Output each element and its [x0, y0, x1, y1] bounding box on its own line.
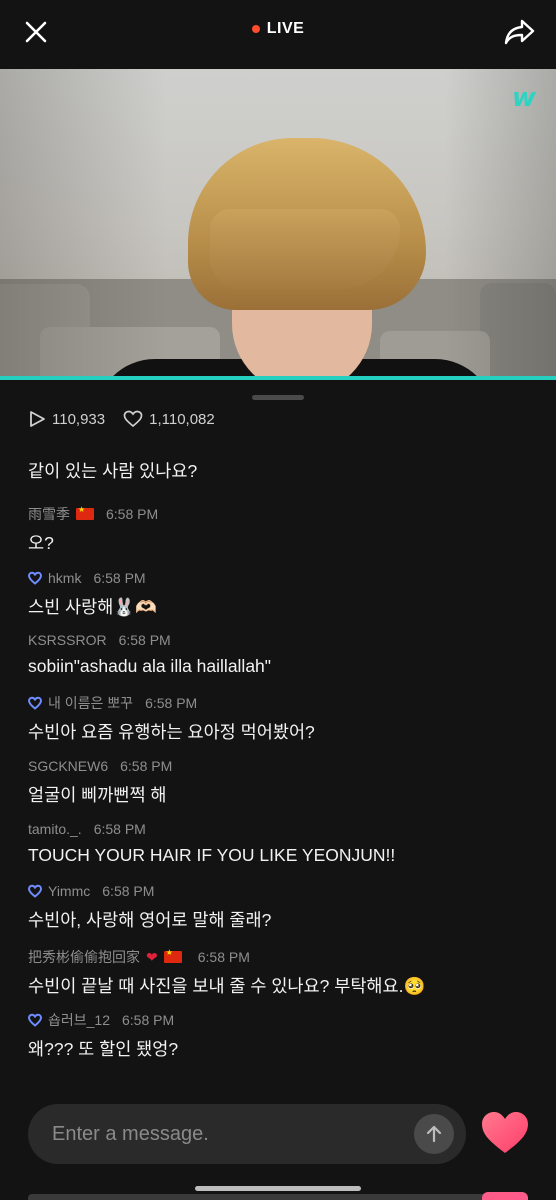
chat-message: 숍러브_12 6:58 PM 왜??? 또 할인 됐엉?: [28, 1010, 538, 1061]
message-input[interactable]: [52, 1104, 392, 1164]
chat-message-text: 얼굴이 삐까뻔쩍 해: [28, 785, 167, 805]
send-button[interactable]: [414, 1114, 454, 1154]
chat-username[interactable]: hkmk: [48, 570, 81, 586]
chat-message-text: sobiin"ashadu ala illa haillallah": [28, 656, 272, 676]
message-input-bar: [28, 1104, 466, 1164]
chat-message-meta: hkmk 6:58 PM: [28, 568, 538, 588]
chat-username[interactable]: 把秀彬偷偷抱回家: [28, 947, 140, 967]
home-indicator[interactable]: [195, 1186, 361, 1191]
chat-message-meta: 把秀彬偷偷抱回家 ❤ 6:58 PM: [28, 947, 538, 967]
weverse-logo: w: [511, 83, 536, 113]
chat-username[interactable]: 내 이름은 뽀꾸: [48, 693, 133, 713]
chat-message-text: TOUCH YOUR HAIR IF YOU LIKE YEONJUN!!: [28, 845, 396, 865]
chat-message-meta: SGCKNEW6 6:58 PM: [28, 756, 538, 776]
live-stream-screen: LIVE w 110,933 1,110,082 같이 있는 사람 있나요? 雨…: [0, 0, 556, 1200]
china-flag-icon: [163, 948, 182, 963]
chat-message-text: 수빈이 끝날 때 사진을 보내 줄 수 있나요? 부탁해요.🥺: [28, 976, 426, 996]
share-button[interactable]: [502, 14, 538, 50]
chat-time: 6:58 PM: [197, 949, 250, 965]
heart-icon: [482, 1112, 528, 1153]
chat-username[interactable]: 숍러브_12: [48, 1010, 110, 1030]
chat-time: 6:58 PM: [93, 821, 146, 837]
chat-message: tamito._. 6:58 PM TOUCH YOUR HAIR IF YOU…: [28, 819, 538, 866]
stats-row: 110,933 1,110,082: [28, 410, 215, 428]
share-icon: [504, 19, 535, 45]
video-progress-bar: [0, 376, 556, 380]
chat-message: Yimmc 6:58 PM 수빈아, 사랑해 영어로 말해 줄래?: [28, 881, 538, 932]
like-heart-button[interactable]: [480, 1110, 530, 1156]
live-indicator: LIVE: [0, 20, 556, 38]
video-person-fringe: [210, 209, 400, 289]
live-dot: [251, 25, 260, 33]
red-heart-icon: ❤: [146, 948, 158, 965]
membership-heart-badge-icon: [28, 1013, 42, 1027]
heart-outline-icon: [123, 410, 143, 428]
chat-message-meta: Yimmc 6:58 PM: [28, 881, 538, 901]
drag-handle[interactable]: [252, 395, 304, 400]
membership-heart-badge-icon: [28, 571, 42, 585]
bottom-pink-strip: [482, 1192, 528, 1200]
chat-message-text: 수빈아, 사랑해 영어로 말해 줄래?: [28, 910, 272, 930]
chat-message-text: 수빈아 요즘 유행하는 요아정 먹어봤어?: [28, 722, 315, 742]
live-label: LIVE: [266, 20, 305, 37]
chat-message-meta: tamito._. 6:58 PM: [28, 819, 538, 839]
chat-message: 雨雪季 6:58 PM 오?: [28, 504, 538, 555]
chat-time: 6:58 PM: [106, 506, 159, 522]
chat-message: hkmk 6:58 PM 스빈 사랑해🐰🫶🏻: [28, 568, 538, 619]
arrow-up-icon: [426, 1125, 442, 1143]
chat-list[interactable]: 같이 있는 사람 있나요? 雨雪季 6:58 PM 오? hkmk 6:58 P…: [0, 440, 556, 1080]
chat-message-text: 스빈 사랑해🐰🫶🏻: [28, 597, 157, 617]
chat-message: 같이 있는 사람 있나요?: [28, 458, 538, 483]
chat-message-meta: 雨雪季 6:58 PM: [28, 504, 538, 524]
like-count: 1,110,082: [123, 410, 215, 428]
chat-time: 6:58 PM: [120, 758, 173, 774]
chat-message-meta: KSRSSROR 6:58 PM: [28, 630, 538, 650]
play-count: 110,933: [28, 410, 105, 428]
chat-message-text: 왜??? 또 할인 됐엉?: [28, 1039, 179, 1059]
chat-time: 6:58 PM: [102, 883, 155, 899]
chat-time: 6:58 PM: [118, 632, 171, 648]
chat-time: 6:58 PM: [93, 570, 146, 586]
chat-username[interactable]: KSRSSROR: [28, 632, 107, 648]
chat-message: KSRSSROR 6:58 PM sobiin"ashadu ala illa …: [28, 630, 538, 677]
chat-username[interactable]: Yimmc: [48, 883, 90, 899]
chat-message-meta: 내 이름은 뽀꾸 6:58 PM: [28, 693, 538, 713]
bottom-strip: [28, 1194, 528, 1200]
live-video[interactable]: w: [0, 69, 556, 380]
chat-message-text: 오?: [28, 533, 54, 553]
like-count-value: 1,110,082: [149, 410, 215, 428]
chat-message: SGCKNEW6 6:58 PM 얼굴이 삐까뻔쩍 해: [28, 756, 538, 807]
membership-heart-badge-icon: [28, 696, 42, 710]
chat-time: 6:58 PM: [145, 695, 198, 711]
chat-username[interactable]: 雨雪季: [28, 504, 70, 524]
chat-message: 내 이름은 뽀꾸 6:58 PM 수빈아 요즘 유행하는 요아정 먹어봤어?: [28, 693, 538, 744]
chat-time: 6:58 PM: [122, 1012, 175, 1028]
china-flag-icon: [76, 505, 94, 520]
play-count-value: 110,933: [52, 410, 106, 428]
chat-message-meta: 숍러브_12 6:58 PM: [28, 1010, 538, 1030]
chat-fade: [0, 440, 556, 458]
chat-username[interactable]: tamito._.: [28, 821, 82, 837]
header: LIVE: [0, 0, 556, 68]
membership-heart-badge-icon: [28, 884, 42, 898]
chat-username[interactable]: SGCKNEW6: [28, 758, 108, 774]
chat-message-text: 같이 있는 사람 있나요?: [28, 461, 198, 481]
play-icon: [30, 411, 45, 427]
chat-message: 把秀彬偷偷抱回家 ❤ 6:58 PM 수빈이 끝날 때 사진을 보내 줄 수 있…: [28, 947, 538, 998]
